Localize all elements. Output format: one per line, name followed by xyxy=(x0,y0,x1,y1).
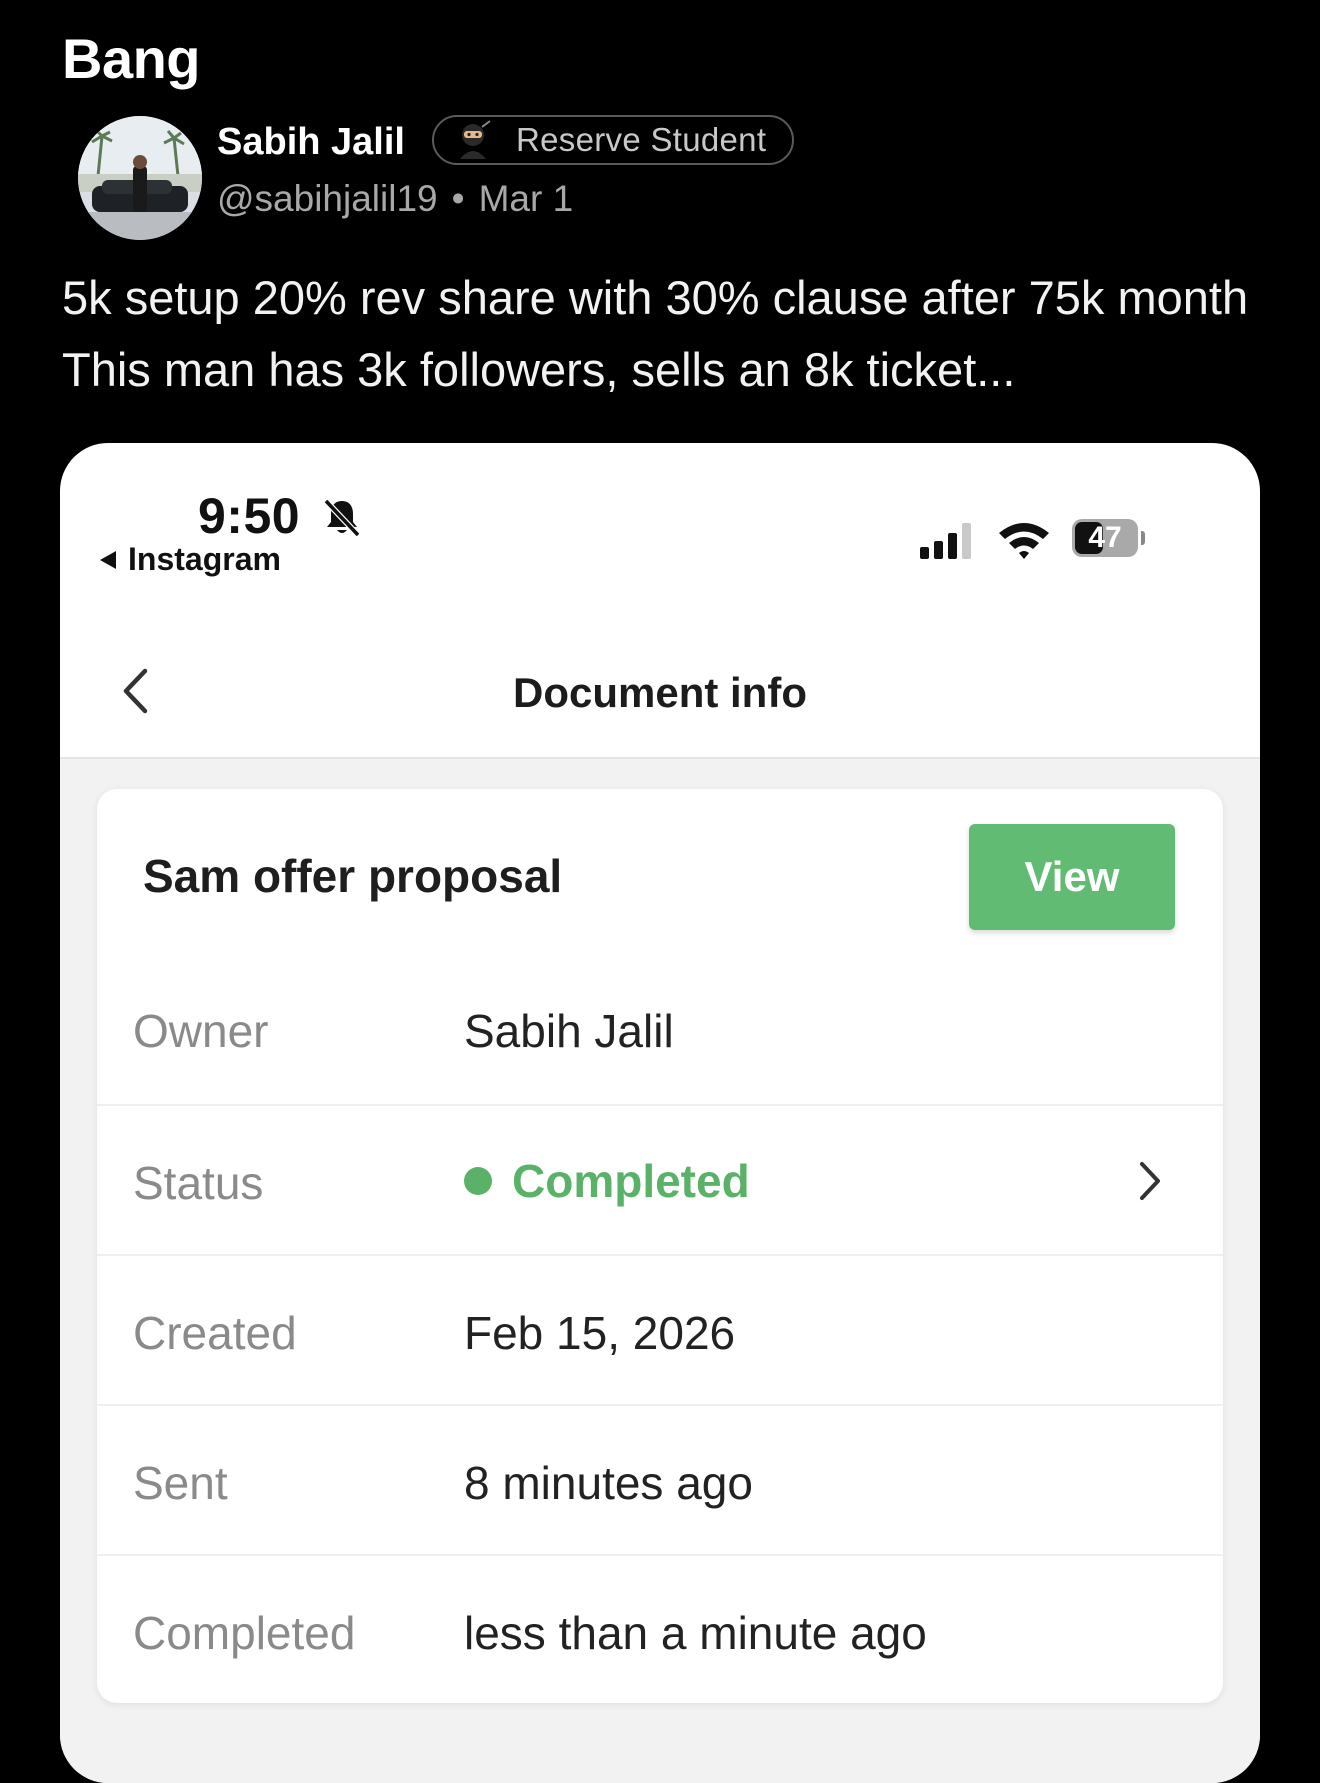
row-label: Created xyxy=(133,1307,297,1359)
author-avatar[interactable] xyxy=(78,116,202,240)
back-triangle-icon xyxy=(100,550,116,569)
row-value: Sabih Jalil xyxy=(464,1005,674,1057)
status-time: 9:50 xyxy=(198,488,301,544)
back-to-app[interactable]: Instagram xyxy=(98,541,281,578)
meta-separator: • xyxy=(451,178,465,219)
info-row-sent: Sent 8 minutes ago xyxy=(97,1404,1223,1556)
ninja-icon xyxy=(460,120,491,159)
document-title: Sam offer proposal xyxy=(143,850,563,902)
chevron-right-icon[interactable] xyxy=(1137,1160,1163,1202)
battery-level: 47 xyxy=(1088,521,1122,554)
status-dot-icon xyxy=(464,1167,492,1195)
cellular-signal-icon xyxy=(920,523,971,559)
bell-muted-icon xyxy=(323,498,361,538)
post-title: Bang xyxy=(62,27,201,90)
battery-indicator: 47 xyxy=(1072,519,1138,557)
post-body[interactable]: 5k setup 20% rev share with 30% clause a… xyxy=(62,262,1272,406)
badge-label: Reserve Student xyxy=(516,121,767,158)
status-text: Completed xyxy=(512,1155,750,1207)
document-card: Sam offer proposal View Owner Sabih Jali… xyxy=(97,789,1223,1703)
row-label: Status xyxy=(133,1157,264,1209)
row-label: Owner xyxy=(133,1005,269,1057)
row-label: Completed xyxy=(133,1607,356,1659)
row-value: less than a minute ago xyxy=(464,1607,927,1659)
row-value: 8 minutes ago xyxy=(464,1457,753,1509)
author-handle[interactable]: @sabihjalil19 xyxy=(217,178,438,219)
post-date[interactable]: Mar 1 xyxy=(479,178,574,219)
post-meta: @sabihjalil19 • Mar 1 xyxy=(217,178,573,220)
row-value: Feb 15, 2026 xyxy=(464,1307,736,1359)
attached-screenshot[interactable]: 9:50 Instagram 47 Document info Sam offe… xyxy=(60,443,1260,1783)
wifi-icon xyxy=(999,523,1049,559)
navigation-bar: Document info xyxy=(60,623,1260,759)
nav-title: Document info xyxy=(513,669,807,716)
role-badge: Reserve Student xyxy=(432,115,794,165)
author-name[interactable]: Sabih Jalil xyxy=(217,121,405,164)
info-row-completed: Completed less than a minute ago xyxy=(97,1554,1223,1706)
info-row-created: Created Feb 15, 2026 xyxy=(97,1254,1223,1406)
info-row-owner: Owner Sabih Jalil xyxy=(97,954,1223,1104)
row-label: Sent xyxy=(133,1457,228,1509)
view-button[interactable]: View xyxy=(969,824,1175,930)
battery-cap xyxy=(1141,531,1145,545)
status-badge: Completed xyxy=(464,1154,750,1208)
info-row-status[interactable]: Status Completed xyxy=(97,1104,1223,1256)
back-app-label: Instagram xyxy=(128,541,281,577)
